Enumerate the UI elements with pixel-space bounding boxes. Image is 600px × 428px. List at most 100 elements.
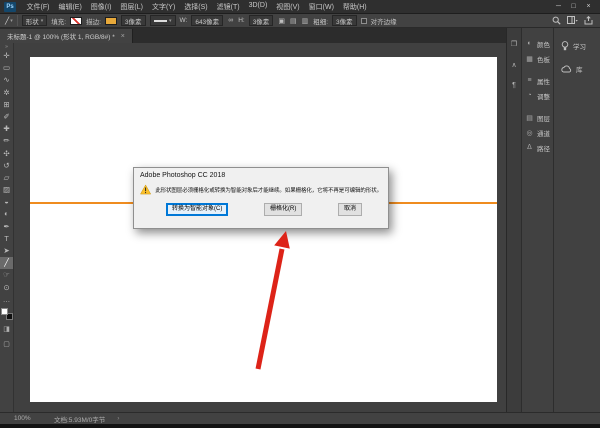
menubar-item[interactable]: 视图(V) (272, 2, 304, 12)
panel-tab-button[interactable]: ◎ 通道 (522, 126, 553, 139)
clone-stamp-tool[interactable]: ✣ (0, 148, 13, 160)
menubar-item[interactable]: 图层(L) (116, 2, 148, 12)
menubar-item[interactable]: 窗口(W) (304, 2, 338, 12)
move-tool[interactable]: ✛ (0, 50, 13, 62)
height-label: H: (238, 17, 245, 24)
document-tab-bar: 未标题-1 @ 100% (形状 1, RGB/8#) * × (0, 28, 506, 43)
fill-swatch[interactable] (70, 16, 83, 25)
close-tab-icon[interactable]: × (121, 33, 125, 40)
photoshop-window: Ps 文件(F) 编辑(E) 图像(I) 图层(L) 文字(Y) 选择(S) 滤镜(T) 3D… (0, 0, 600, 428)
screen-mode-icon[interactable]: ▢ (3, 339, 10, 350)
panel-tab-button[interactable]: ▤ 图层 (522, 111, 553, 124)
healing-brush-tool[interactable]: ✚ (0, 123, 13, 135)
collapsed-panel-icon-2[interactable]: ∧ (511, 61, 516, 69)
path-alignment-icon[interactable]: ▤ (289, 17, 298, 25)
eraser-tool[interactable]: ▱ (0, 172, 13, 184)
panel-icon: ◔ (527, 92, 532, 99)
dodge-tool[interactable]: ◐ (0, 208, 13, 220)
brush-tool[interactable]: ✏ (0, 135, 13, 147)
chevron-down-icon: ▾ (10, 17, 13, 24)
learn-panel-button[interactable]: 学习 (561, 41, 600, 51)
menubar-item[interactable]: 图像(I) (86, 2, 116, 12)
shape-width-field[interactable]: 643像素 (191, 15, 224, 26)
dialog-message: 此形状图层必须栅格化或转换为智能对象后才能继续。如果栅格化，它将不再是可编辑的形… (155, 187, 382, 194)
eyedropper-tool[interactable]: ✐ (0, 111, 13, 123)
tools-panel: » ✛ ▭ ∿ ✲ ⊞ ✐ ✚ ✏ ✣ ↺ ▱ ▨ ◒ ◐ ✒ T ➤ ╱ ☞ ⊙… ◨ ▢ (0, 43, 14, 412)
gradient-tool[interactable]: ▨ (0, 184, 13, 196)
tool-mode-dropdown[interactable]: 形状 ▾ (21, 15, 48, 26)
zoom-level-field[interactable]: 100% (14, 415, 54, 422)
chevron-down-icon: ▾ (168, 17, 172, 24)
panel-tab-button[interactable]: ◔ 调整 (522, 89, 553, 102)
options-bar-right (552, 16, 595, 25)
panel-icon: Δ (527, 144, 532, 151)
learn-libraries-column: 学习 库 (554, 28, 600, 412)
line-tool-preset-icon[interactable]: ╱ ▾ (5, 17, 13, 25)
stroke-label: 描边: (86, 18, 101, 26)
marquee-tool[interactable]: ▭ (0, 62, 13, 74)
search-icon[interactable] (552, 16, 561, 25)
foreground-color-swatch[interactable] (0, 307, 8, 315)
path-operations-icon[interactable]: ▣ (277, 17, 286, 25)
history-brush-tool[interactable]: ↺ (0, 160, 13, 172)
panel-icon: ◎ (526, 129, 533, 137)
stroke-swatch[interactable] (104, 16, 117, 25)
zoom-tool[interactable]: ⊙ (0, 282, 13, 294)
document-canvas[interactable] (30, 57, 497, 402)
align-edges-checkbox[interactable] (360, 17, 367, 24)
crop-tool[interactable]: ⊞ (0, 99, 13, 111)
photoshop-logo-icon: Ps (4, 1, 16, 12)
panel-tab-button[interactable]: ▦ 色板 (522, 52, 553, 65)
collapsed-panel-icon-3[interactable]: ¶ (512, 82, 516, 89)
hand-tool[interactable]: ☞ (0, 269, 13, 281)
cloud-icon (561, 65, 572, 73)
width-label: W: (179, 17, 188, 24)
panel-tab-button[interactable]: Δ 路径 (522, 141, 553, 154)
line-tool[interactable]: ╱ (0, 257, 13, 270)
stroke-style-dropdown[interactable]: ▾ (149, 15, 176, 26)
menubar-item[interactable]: 3D(D) (244, 2, 272, 12)
menubar-item[interactable]: 编辑(E) (54, 2, 86, 12)
window-controls: ─ □ × (551, 3, 596, 10)
panel-icon: ▤ (526, 114, 533, 122)
quick-mask-icon[interactable]: ◨ (3, 324, 10, 335)
panel-buttons-column: ◐ 颜色 ▦ 色板 ≡ 属性 ◔ 调整 ▤ 图层 ◎ 通道 Δ 路径 (522, 28, 554, 412)
align-edges-label: 对齐边缘 (370, 18, 397, 26)
menubar-item[interactable]: 文件(F) (22, 2, 54, 12)
shape-height-field[interactable]: 3像素 (248, 15, 274, 26)
stroke-width-field[interactable]: 3像素 (120, 15, 146, 26)
menubar-item[interactable]: 滤镜(T) (212, 2, 244, 12)
share-icon[interactable] (584, 16, 593, 25)
convert-to-smart-object-button[interactable]: 转换为智能对象(C) (166, 203, 229, 217)
panel-tab-button[interactable]: ≡ 属性 (522, 74, 553, 87)
blur-tool[interactable]: ◒ (0, 196, 13, 208)
libraries-panel-button[interactable]: 库 (561, 64, 600, 74)
collapsed-panel-icon-1[interactable]: ❐ (511, 40, 517, 48)
document-tab-title: 未标题-1 @ 100% (形状 1, RGB/8#) * (7, 34, 115, 41)
menubar-item[interactable]: 帮助(H) (338, 2, 371, 12)
status-options-chevron-icon[interactable]: › (117, 415, 119, 422)
warning-icon (140, 184, 152, 195)
color-swatches (0, 307, 13, 320)
minimize-button[interactable]: ─ (551, 3, 566, 10)
rasterize-button[interactable]: 栅格化(R) (263, 203, 303, 217)
panel-icon: ≡ (527, 77, 532, 84)
close-button[interactable]: × (581, 3, 596, 10)
pen-tool[interactable]: ✒ (0, 221, 13, 233)
path-select-tool[interactable]: ➤ (0, 245, 13, 257)
quick-select-tool[interactable]: ✲ (0, 87, 13, 99)
type-tool[interactable]: T (0, 233, 13, 245)
workspace-switcher-icon[interactable] (567, 16, 578, 25)
menubar-item[interactable]: 文字(Y) (147, 2, 179, 12)
cancel-button[interactable]: 取消 (337, 203, 362, 217)
lasso-tool[interactable]: ∿ (0, 74, 13, 86)
path-arrangement-icon[interactable]: ▥ (301, 17, 310, 25)
maximize-button[interactable]: □ (566, 3, 581, 10)
panel-tab-button[interactable]: ◐ 颜色 (522, 37, 553, 50)
document-tab[interactable]: 未标题-1 @ 100% (形状 1, RGB/8#) * × (0, 29, 133, 43)
weight-field[interactable]: 3像素 (332, 15, 357, 26)
link-dimensions-icon[interactable]: ∞ (227, 17, 234, 24)
more-tools[interactable]: … (0, 294, 13, 306)
canvas-area: Adobe Photoshop CC 2018 此形状图层必须栅格化或转换为智能… (14, 43, 506, 412)
menubar-item[interactable]: 选择(S) (180, 2, 212, 12)
